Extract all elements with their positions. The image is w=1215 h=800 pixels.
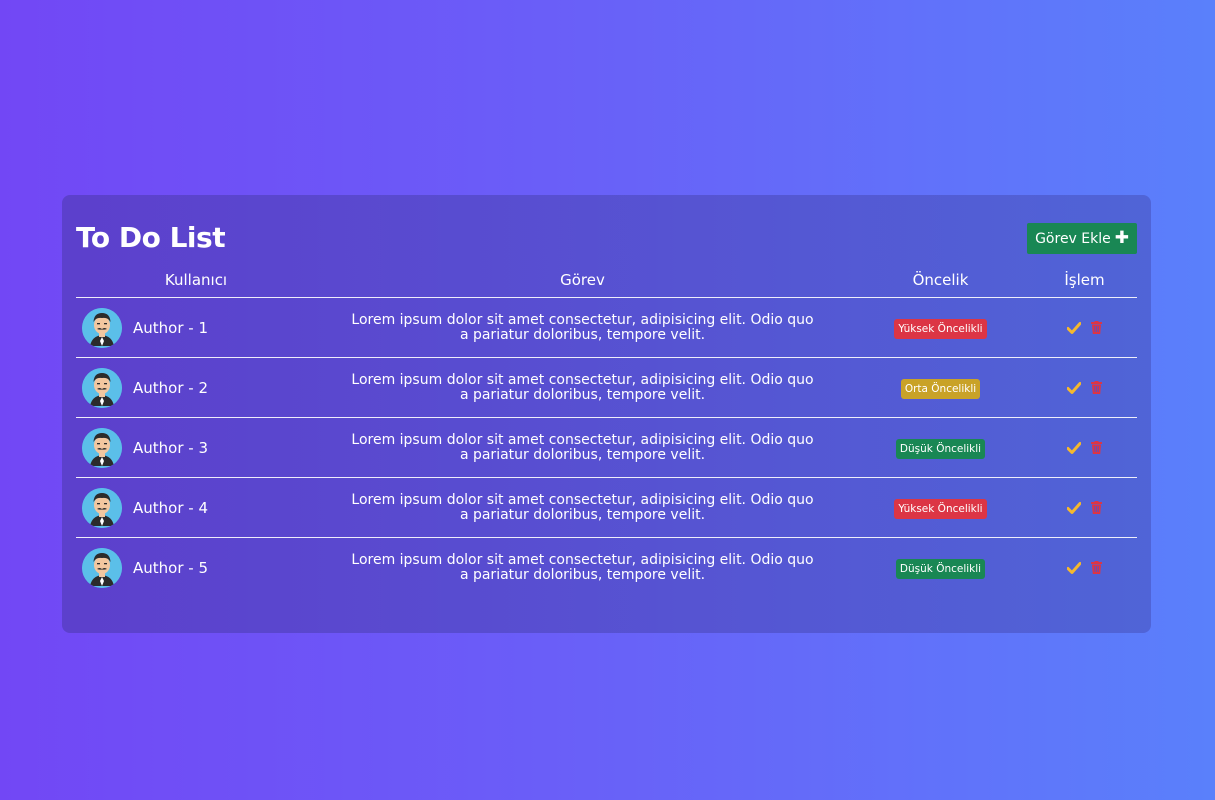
row-actions (1032, 441, 1137, 454)
task-cell: Lorem ipsum dolor sit amet consectetur, … (316, 297, 849, 358)
todo-card: To Do List Görev Ekle ✚ Kullanıcı Görev … (62, 195, 1151, 633)
actions-cell (1032, 477, 1137, 538)
user-info: Author - 2 (76, 367, 316, 408)
trash-icon[interactable] (1091, 501, 1102, 514)
plus-icon: ✚ (1114, 228, 1129, 248)
actions-cell (1032, 538, 1137, 598)
actions-cell (1032, 417, 1137, 478)
priority-cell: Orta Öncelikli (849, 357, 1032, 418)
user-cell: Author - 2 (76, 357, 316, 418)
add-task-button[interactable]: Görev Ekle ✚ (1027, 223, 1137, 254)
row-actions (1032, 501, 1137, 514)
avatar (82, 427, 122, 468)
table-row: Author - 4 Lorem ipsum dolor sit amet co… (76, 477, 1137, 538)
user-cell: Author - 5 (76, 538, 316, 598)
check-icon[interactable] (1067, 381, 1081, 394)
trash-icon[interactable] (1091, 381, 1102, 394)
user-cell: Author - 3 (76, 417, 316, 478)
task-text: Lorem ipsum dolor sit amet consectetur, … (351, 311, 814, 343)
task-text: Lorem ipsum dolor sit amet consectetur, … (351, 551, 814, 583)
avatar (82, 307, 122, 348)
trash-icon[interactable] (1091, 321, 1102, 334)
row-actions (1032, 381, 1137, 394)
table-header-row: Kullanıcı Görev Öncelik İşlem (76, 263, 1137, 298)
user-cell: Author - 4 (76, 477, 316, 538)
avatar (82, 547, 122, 588)
task-cell: Lorem ipsum dolor sit amet consectetur, … (316, 538, 849, 598)
check-icon[interactable] (1067, 441, 1081, 454)
author-name: Author - 2 (133, 378, 208, 397)
table-row: Author - 3 Lorem ipsum dolor sit amet co… (76, 417, 1137, 478)
user-info: Author - 4 (76, 487, 316, 528)
user-cell: Author - 1 (76, 297, 316, 358)
actions-cell (1032, 297, 1137, 358)
task-cell: Lorem ipsum dolor sit amet consectetur, … (316, 477, 849, 538)
trash-icon[interactable] (1091, 561, 1102, 574)
priority-badge: Orta Öncelikli (900, 378, 981, 399)
user-info: Author - 3 (76, 427, 316, 468)
page-title: To Do List (76, 221, 226, 254)
column-header-priority: Öncelik (849, 263, 1032, 298)
table-row: Author - 1 Lorem ipsum dolor sit amet co… (76, 297, 1137, 358)
task-cell: Lorem ipsum dolor sit amet consectetur, … (316, 417, 849, 478)
task-table-body: Author - 1 Lorem ipsum dolor sit amet co… (76, 297, 1137, 598)
task-text: Lorem ipsum dolor sit amet consectetur, … (351, 431, 814, 463)
priority-badge: Düşük Öncelikli (895, 558, 986, 579)
author-name: Author - 4 (133, 498, 208, 517)
task-table: Kullanıcı Görev Öncelik İşlem Author - 1… (76, 263, 1137, 597)
author-name: Author - 3 (133, 438, 208, 457)
avatar (82, 367, 122, 408)
priority-cell: Yüksek Öncelikli (849, 297, 1032, 358)
task-text: Lorem ipsum dolor sit amet consectetur, … (351, 371, 814, 403)
priority-cell: Düşük Öncelikli (849, 538, 1032, 598)
column-header-actions: İşlem (1032, 263, 1137, 298)
priority-badge: Düşük Öncelikli (895, 438, 986, 459)
add-task-label: Görev Ekle (1035, 230, 1111, 247)
trash-icon[interactable] (1091, 441, 1102, 454)
task-text: Lorem ipsum dolor sit amet consectetur, … (351, 491, 814, 523)
priority-badge: Yüksek Öncelikli (894, 498, 987, 519)
check-icon[interactable] (1067, 561, 1081, 574)
table-row: Author - 2 Lorem ipsum dolor sit amet co… (76, 357, 1137, 418)
author-name: Author - 5 (133, 558, 208, 577)
priority-cell: Düşük Öncelikli (849, 417, 1032, 478)
actions-cell (1032, 357, 1137, 418)
user-info: Author - 1 (76, 307, 316, 348)
author-name: Author - 1 (133, 318, 208, 337)
task-cell: Lorem ipsum dolor sit amet consectetur, … (316, 357, 849, 418)
check-icon[interactable] (1067, 321, 1081, 334)
row-actions (1032, 561, 1137, 574)
column-header-user: Kullanıcı (76, 263, 316, 298)
column-header-task: Görev (316, 263, 849, 298)
priority-cell: Yüksek Öncelikli (849, 477, 1032, 538)
row-actions (1032, 321, 1137, 334)
table-row: Author - 5 Lorem ipsum dolor sit amet co… (76, 538, 1137, 598)
priority-badge: Yüksek Öncelikli (894, 318, 987, 339)
check-icon[interactable] (1067, 501, 1081, 514)
avatar (82, 487, 122, 528)
user-info: Author - 5 (76, 547, 316, 588)
